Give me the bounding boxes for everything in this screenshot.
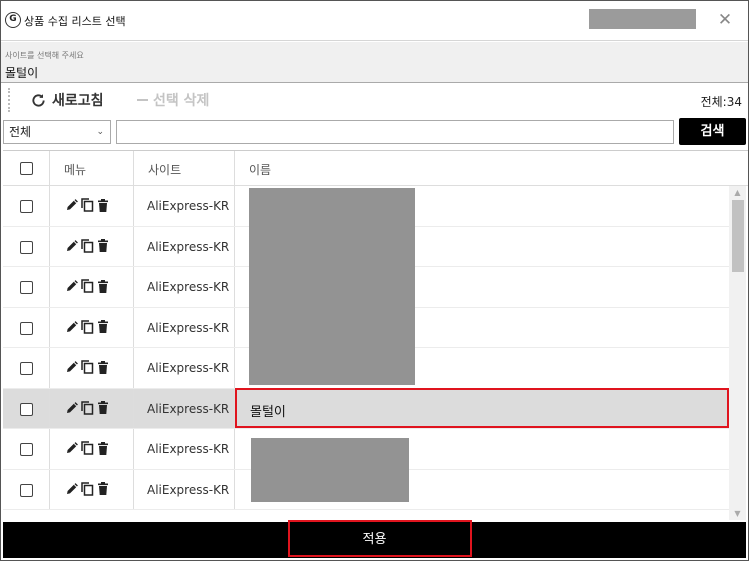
pencil-icon[interactable] xyxy=(66,239,78,252)
select-all-checkbox[interactable] xyxy=(20,162,33,175)
close-icon[interactable]: ✕ xyxy=(714,9,736,31)
row-menu xyxy=(66,238,109,253)
row-menu xyxy=(66,319,109,334)
trash-icon[interactable] xyxy=(97,320,109,333)
refresh-label: 새로고침 xyxy=(52,93,104,109)
redacted-block xyxy=(589,9,696,29)
row-site: AliExpress-KR xyxy=(147,320,230,335)
row-site: AliExpress-KR xyxy=(147,401,230,416)
table-header: 메뉴 사이트 이름 xyxy=(3,151,748,186)
pencil-icon[interactable] xyxy=(66,442,78,454)
header-site: 사이트 xyxy=(133,151,234,185)
selected-site-panel: 사이트를 선택해 주세요 몰털이 xyxy=(1,42,748,83)
delete-selected-label: 선택 삭제 xyxy=(153,93,210,109)
row-checkbox[interactable] xyxy=(20,321,33,335)
row-menu xyxy=(66,400,109,415)
filter-bar: 전체 ⌄ 검색 xyxy=(1,118,748,148)
copy-icon[interactable] xyxy=(81,441,94,455)
header-site-label: 사이트 xyxy=(148,163,182,177)
row-checkbox[interactable] xyxy=(20,281,33,294)
row-site: AliExpress-KR xyxy=(147,442,230,456)
header-menu-label: 메뉴 xyxy=(64,163,87,177)
trash-icon[interactable] xyxy=(97,401,109,414)
trash-icon[interactable] xyxy=(97,198,109,212)
row-menu xyxy=(66,441,109,455)
row-checkbox[interactable] xyxy=(20,443,33,456)
row-site: AliExpress-KR xyxy=(147,280,230,294)
row-site: AliExpress-KR xyxy=(147,361,230,375)
copy-icon[interactable] xyxy=(81,400,94,415)
header-menu: 메뉴 xyxy=(49,151,133,185)
toolbar-grip xyxy=(8,88,10,112)
row-site: AliExpress-KR xyxy=(147,199,230,213)
site-filter-dropdown[interactable]: 전체 ⌄ xyxy=(3,120,111,144)
scroll-thumb[interactable] xyxy=(732,200,744,272)
row-menu xyxy=(66,360,109,374)
refresh-icon xyxy=(32,93,45,107)
trash-icon[interactable] xyxy=(97,482,109,495)
selection-value: 몰털이 xyxy=(5,66,39,80)
redacted-block xyxy=(251,438,409,502)
pencil-icon[interactable] xyxy=(66,199,78,211)
table-row[interactable]: AliExpress-KR 몰털이 xyxy=(3,388,729,429)
row-menu xyxy=(66,198,109,212)
toolbar: 새로고침 선택 삭제 전체:34 xyxy=(1,84,748,116)
search-input[interactable] xyxy=(116,120,674,144)
pencil-icon[interactable] xyxy=(66,280,78,292)
search-button[interactable]: 검색 xyxy=(679,118,746,145)
header-name-label: 이름 xyxy=(249,163,272,177)
pencil-icon[interactable] xyxy=(66,482,78,495)
copy-icon[interactable] xyxy=(81,238,94,253)
header-name: 이름 xyxy=(234,151,729,185)
window-title: 상품 수집 리스트 선택 xyxy=(24,15,126,28)
row-checkbox[interactable] xyxy=(20,240,33,254)
vertical-scrollbar[interactable]: ▲ ▼ xyxy=(729,186,746,520)
row-checkbox[interactable] xyxy=(20,362,33,375)
copy-icon[interactable] xyxy=(81,360,94,374)
dialog-window: G 상품 수집 리스트 선택 ✕ 사이트를 선택해 주세요 몰털이 새로고침 선… xyxy=(0,0,749,561)
row-checkbox[interactable] xyxy=(20,483,33,497)
copy-icon[interactable] xyxy=(81,198,94,212)
redacted-block xyxy=(249,188,415,385)
row-site: AliExpress-KR xyxy=(147,482,230,497)
header-checkbox-cell xyxy=(3,151,49,185)
pencil-icon[interactable] xyxy=(66,361,78,373)
title-bar: G 상품 수집 리스트 선택 ✕ xyxy=(1,1,748,41)
total-count: 전체:34 xyxy=(700,95,742,109)
trash-icon[interactable] xyxy=(97,441,109,455)
minus-icon xyxy=(137,99,148,101)
selection-label: 사이트를 선택해 주세요 xyxy=(5,51,84,60)
copy-icon[interactable] xyxy=(81,279,94,293)
scroll-up-icon[interactable]: ▲ xyxy=(729,186,746,200)
trash-icon[interactable] xyxy=(97,360,109,374)
row-checkbox[interactable] xyxy=(20,402,33,416)
row-menu xyxy=(66,481,109,496)
product-table: 메뉴 사이트 이름 AliExpress-KR AliExpress-KR AliE… xyxy=(3,150,748,520)
scroll-down-icon[interactable]: ▼ xyxy=(729,507,746,520)
apply-button[interactable]: 적용 xyxy=(3,520,746,558)
row-site: AliExpress-KR xyxy=(147,239,230,254)
delete-selected-button[interactable]: 선택 삭제 xyxy=(137,88,209,112)
site-filter-value: 전체 xyxy=(9,125,32,139)
row-name: 몰털이 xyxy=(250,404,286,420)
app-logo-icon: G xyxy=(5,12,21,28)
refresh-button[interactable]: 새로고침 xyxy=(31,88,104,112)
pencil-icon[interactable] xyxy=(66,320,78,333)
row-checkbox[interactable] xyxy=(20,200,33,213)
trash-icon[interactable] xyxy=(97,239,109,252)
copy-icon[interactable] xyxy=(81,319,94,334)
pencil-icon[interactable] xyxy=(66,401,78,414)
apply-label: 적용 xyxy=(362,532,387,547)
trash-icon[interactable] xyxy=(97,279,109,293)
chevron-down-icon: ⌄ xyxy=(96,127,104,137)
copy-icon[interactable] xyxy=(81,481,94,496)
row-menu xyxy=(66,279,109,293)
